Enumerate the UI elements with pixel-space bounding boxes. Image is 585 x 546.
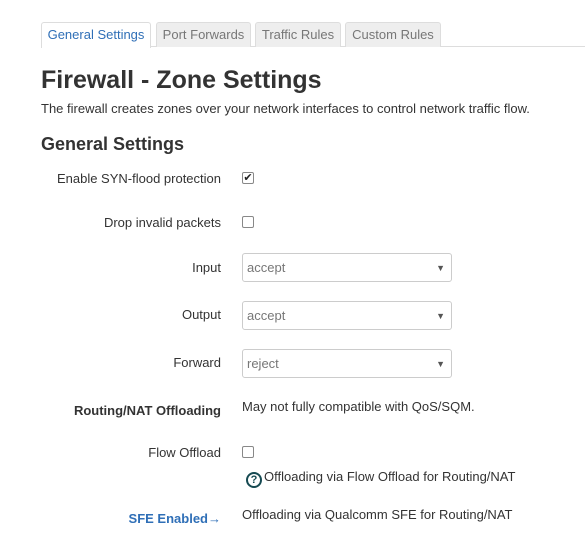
tab-general-settings[interactable]: General Settings	[41, 22, 151, 48]
output-label: Output	[181, 307, 221, 322]
forward-select-value: reject	[247, 356, 279, 371]
help-icon[interactable]: ?	[246, 472, 262, 488]
input-label: Input	[192, 260, 221, 275]
syn-flood-checkbox[interactable]: ✔	[242, 172, 254, 184]
check-icon: ✔	[243, 172, 253, 184]
chevron-down-icon: ▼	[436, 263, 445, 273]
forward-label: Forward	[173, 355, 221, 370]
output-select[interactable]: accept ▼	[242, 301, 452, 330]
page-description: The firewall creates zones over your net…	[41, 101, 530, 116]
flow-offload-checkbox[interactable]	[242, 446, 254, 458]
page-title: Firewall - Zone Settings	[41, 66, 322, 94]
flow-offload-help: Offloading via Flow Offload for Routing/…	[264, 469, 516, 484]
drop-invalid-label: Drop invalid packets	[103, 215, 221, 230]
sfe-enabled-link[interactable]: SFE Enabled→	[129, 511, 221, 526]
drop-invalid-checkbox[interactable]	[242, 216, 254, 228]
syn-flood-label: Enable SYN-flood protection	[56, 171, 221, 186]
chevron-down-icon: ▼	[436, 359, 445, 369]
tab-port-forwards[interactable]: Port Forwards	[156, 22, 251, 47]
sfe-note: Offloading via Qualcomm SFE for Routing/…	[242, 507, 513, 522]
forward-select[interactable]: reject ▼	[242, 349, 452, 378]
tab-bar: General Settings Port Forwards Traffic R…	[41, 22, 585, 48]
offloading-note: May not fully compatible with QoS/SQM.	[242, 399, 475, 414]
tab-custom-rules[interactable]: Custom Rules	[345, 22, 441, 47]
tab-traffic-rules[interactable]: Traffic Rules	[255, 22, 341, 47]
section-title: General Settings	[41, 134, 185, 154]
output-select-value: accept	[247, 308, 286, 323]
offloading-label: Routing/NAT Offloading	[73, 403, 221, 418]
input-select[interactable]: accept ▼	[242, 253, 452, 282]
flow-offload-label: Flow Offload	[148, 445, 221, 460]
chevron-down-icon: ▼	[436, 311, 445, 321]
input-select-value: accept	[247, 260, 286, 275]
